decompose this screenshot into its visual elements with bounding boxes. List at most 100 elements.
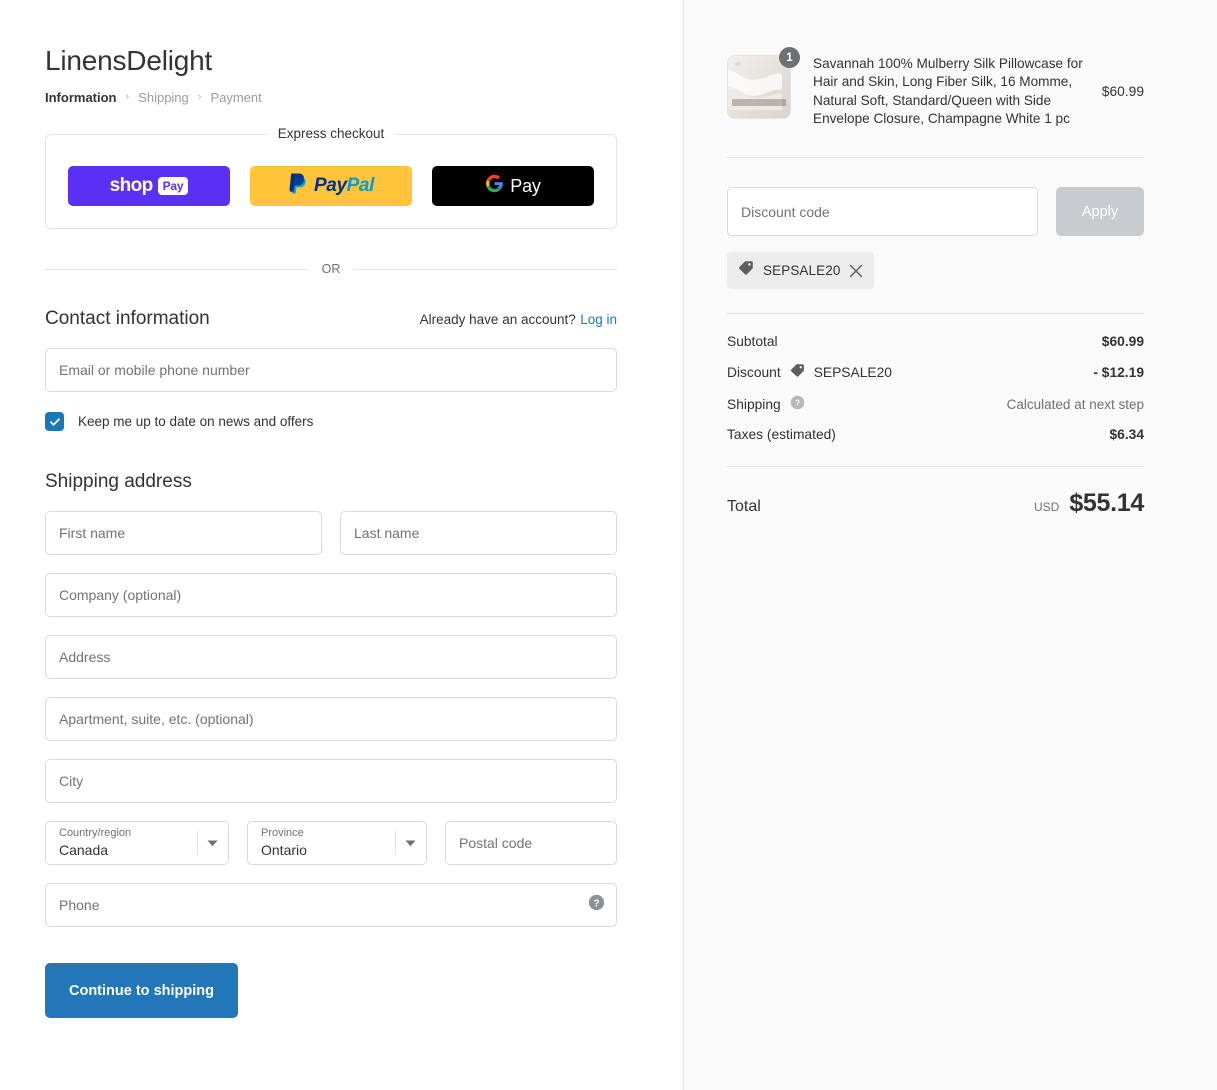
newsletter-checkbox-row[interactable]: Keep me up to date on news and offers xyxy=(45,412,617,431)
checkout-form-column: LinensDelight Information › Shipping › P… xyxy=(0,0,683,1090)
help-circle-icon[interactable]: ? xyxy=(790,395,805,413)
contact-information-header: Contact information Already have an acco… xyxy=(45,308,617,330)
product-price: $60.99 xyxy=(1101,84,1144,100)
company-input[interactable] xyxy=(45,573,617,617)
apply-discount-button[interactable]: Apply xyxy=(1056,187,1144,237)
shipping-address-title: Shipping address xyxy=(45,471,192,492)
shop-pay-button[interactable]: shop Pay xyxy=(68,166,230,206)
summary-row-subtotal: Subtotal $60.99 xyxy=(727,334,1144,349)
chevron-down-icon xyxy=(405,834,416,852)
subtotal-label: Subtotal xyxy=(727,334,778,350)
breadcrumb-item-information[interactable]: Information xyxy=(45,90,117,105)
paypal-logo-icon xyxy=(288,172,309,201)
paypal-text-pal: Pal xyxy=(346,175,375,196)
postal-code-input[interactable] xyxy=(445,821,617,865)
province-value: Ontario xyxy=(261,842,307,858)
discount-label: Discount SEPSALE20 xyxy=(727,363,892,381)
taxes-value: $6.34 xyxy=(1109,427,1144,443)
login-prompt-text: Already have an account? xyxy=(419,312,576,327)
or-divider: OR xyxy=(45,262,617,276)
summary-divider xyxy=(727,157,1144,159)
svg-text:?: ? xyxy=(594,898,600,909)
country-region-select[interactable]: Country/region Canada xyxy=(45,821,229,865)
last-name-input[interactable] xyxy=(340,511,617,555)
first-name-input[interactable] xyxy=(45,511,322,555)
shipping-value: Calculated at next step xyxy=(1006,396,1144,412)
summary-divider xyxy=(727,313,1144,315)
summary-row-shipping: Shipping ? Calculated at next step xyxy=(727,395,1144,413)
or-label: OR xyxy=(321,262,341,276)
express-checkout-legend: Express checkout xyxy=(267,126,395,141)
product-title: Savannah 100% Mulberry Silk Pillowcase f… xyxy=(813,56,1083,126)
apartment-input[interactable] xyxy=(45,697,617,741)
total-amount: $55.14 xyxy=(1069,489,1144,518)
divider-line-right xyxy=(354,268,617,270)
chevron-down-icon xyxy=(207,834,218,852)
shop-name: LinensDelight xyxy=(45,45,213,76)
discount-code-input[interactable] xyxy=(727,187,1038,237)
google-pay-label: Pay xyxy=(510,175,541,196)
select-divider xyxy=(197,831,198,855)
thumbnail-caption-band xyxy=(732,99,786,106)
google-g-icon xyxy=(485,174,504,198)
subtotal-value: $60.99 xyxy=(1101,334,1144,350)
address-input[interactable] xyxy=(45,635,617,679)
discount-tag-icon xyxy=(790,363,805,381)
discount-tag-icon xyxy=(738,260,754,281)
breadcrumb: Information › Shipping › Payment xyxy=(45,90,617,105)
order-summary-column: 1 Savannah 100% Mulberry Silk Pillowcase… xyxy=(683,0,1217,1090)
applied-discount-chip: SEPSALE20 xyxy=(727,252,875,290)
shop-pay-wordmark: shop xyxy=(109,175,154,196)
discount-value: - $12.19 xyxy=(1093,364,1144,380)
continue-to-shipping-button[interactable]: Continue to shipping xyxy=(45,963,238,1018)
paypal-text-pay: Pay xyxy=(314,175,347,196)
shipping-label: Shipping ? xyxy=(727,395,805,413)
paypal-button[interactable]: Pay Pal xyxy=(250,166,412,206)
total-currency: USD xyxy=(1033,500,1060,515)
divider-line-left xyxy=(45,268,308,270)
province-label: Province xyxy=(261,827,304,839)
discount-code-text: SEPSALE20 xyxy=(813,364,892,380)
summary-row-taxes: Taxes (estimated) $6.34 xyxy=(727,427,1144,442)
shipping-label-text: Shipping xyxy=(727,396,781,412)
checkout-page: LinensDelight Information › Shipping › P… xyxy=(0,0,1217,1090)
breadcrumb-item-shipping[interactable]: Shipping xyxy=(138,90,189,105)
svg-text:?: ? xyxy=(795,399,800,408)
newsletter-label: Keep me up to date on news and offers xyxy=(78,414,314,429)
discount-code-row: Apply xyxy=(727,187,1144,237)
city-input[interactable] xyxy=(45,759,617,803)
login-prompt: Already have an account? Log in xyxy=(420,311,617,329)
region-fields-row: Country/region Canada Province Ontario xyxy=(45,821,617,865)
summary-row-discount: Discount SEPSALE20 - $12.19 xyxy=(727,363,1144,381)
country-region-label: Country/region xyxy=(59,827,132,839)
discount-label-text: Discount xyxy=(727,364,781,380)
remove-discount-icon[interactable] xyxy=(849,264,863,278)
shop-pay-badge: Pay xyxy=(157,177,189,195)
product-thumbnail-wrapper: 1 xyxy=(727,47,800,119)
summary-divider xyxy=(727,466,1144,468)
email-input[interactable] xyxy=(45,348,617,392)
order-line-item: 1 Savannah 100% Mulberry Silk Pillowcase… xyxy=(727,47,1144,128)
chevron-right-icon: › xyxy=(197,91,202,103)
name-fields-row xyxy=(45,511,617,555)
total-label: Total xyxy=(727,498,761,516)
select-divider xyxy=(395,831,396,855)
order-totals-list: Subtotal $60.99 Discount SEPSALE20 - $12… xyxy=(727,334,1144,442)
breadcrumb-item-payment[interactable]: Payment xyxy=(210,90,261,105)
applied-discount-code: SEPSALE20 xyxy=(763,263,841,279)
country-region-value: Canada xyxy=(59,842,109,858)
help-circle-icon[interactable]: ? xyxy=(588,894,605,916)
phone-field-wrapper: ? xyxy=(45,883,617,927)
total-amount-group: USD $55.14 xyxy=(1034,489,1144,518)
phone-input[interactable] xyxy=(45,883,617,927)
order-total-row: Total USD $55.14 xyxy=(727,489,1144,518)
newsletter-checkbox[interactable] xyxy=(45,412,64,431)
taxes-label: Taxes (estimated) xyxy=(727,427,836,443)
google-pay-button[interactable]: Pay xyxy=(432,166,594,206)
log-in-link[interactable]: Log in xyxy=(580,312,617,327)
quantity-badge: 1 xyxy=(779,47,800,68)
express-checkout-section: Express checkout shop Pay Pay Pal Pay xyxy=(45,126,617,229)
province-select[interactable]: Province Ontario xyxy=(247,821,427,865)
contact-information-title: Contact information xyxy=(45,308,210,329)
chevron-right-icon: › xyxy=(125,91,130,103)
